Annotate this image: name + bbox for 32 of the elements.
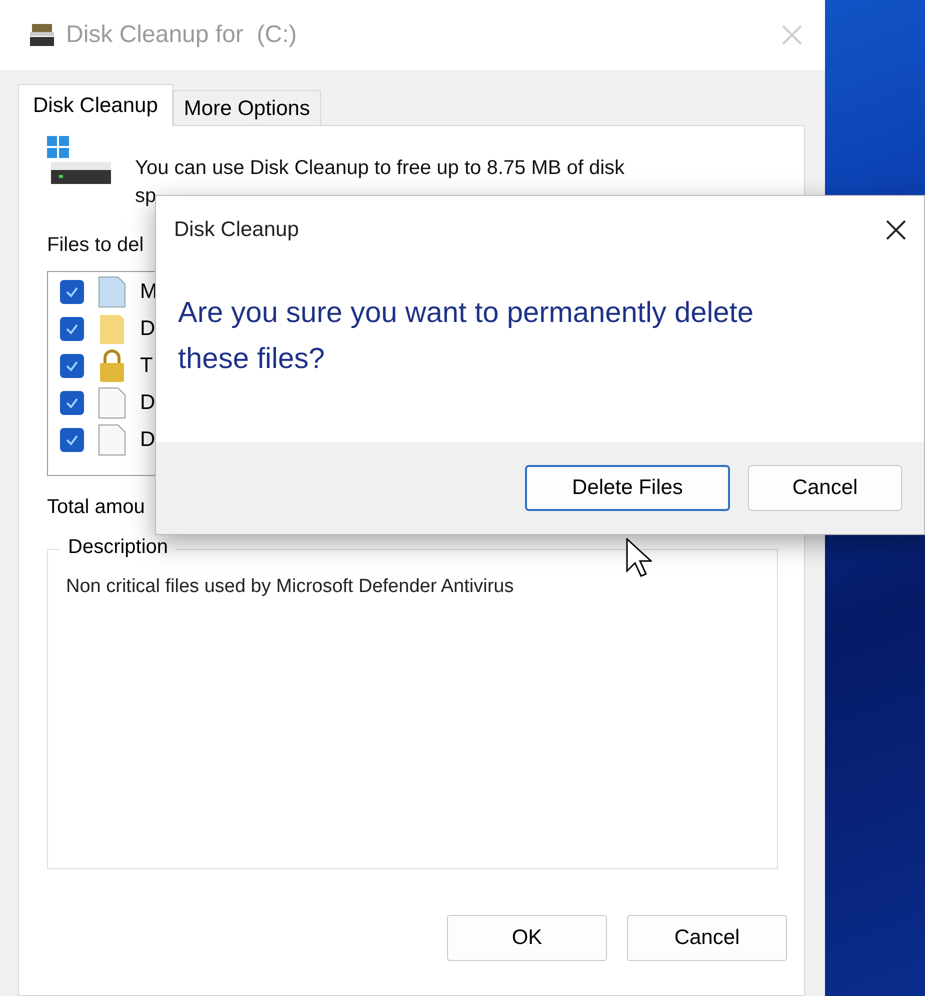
cursor-icon <box>626 538 652 578</box>
summary-text: sp <box>135 184 158 209</box>
dialog-button[interactable]: Cancel <box>748 465 902 511</box>
description-text: Non critical files used by Microsoft Defender Antivirus <box>66 576 515 598</box>
total-label: Total amou <box>47 496 146 519</box>
file-label: D <box>140 428 156 452</box>
document-icon <box>98 387 126 419</box>
group-title: Description <box>60 536 176 559</box>
file-label: D <box>140 391 156 415</box>
dialog-button[interactable]: Cancel <box>627 915 787 961</box>
confirm-message: Are you sure you want to permanently delete these files? <box>177 296 754 377</box>
tab[interactable]: Disk Cleanup <box>18 84 173 126</box>
checkbox[interactable] <box>60 280 84 304</box>
file-label: T <box>140 354 153 378</box>
folder-icon <box>98 313 126 345</box>
tab[interactable]: More Options <box>172 90 321 125</box>
summary-text: You can use Disk Cleanup to free up to 8.75 MB of disk <box>135 156 625 181</box>
file-label: D <box>140 317 156 341</box>
checkbox[interactable] <box>60 428 84 452</box>
document-icon <box>98 276 126 308</box>
checkbox[interactable] <box>60 317 84 341</box>
dialog-title: Disk Cleanup <box>174 218 299 242</box>
dialog-button[interactable]: OK <box>447 915 607 961</box>
document-icon <box>98 424 126 456</box>
lock-icon <box>97 349 127 383</box>
dialog-button[interactable]: Delete Files <box>525 465 730 511</box>
window-title: Disk Cleanup for (C:) <box>66 21 298 49</box>
checkbox[interactable] <box>60 354 84 378</box>
files-label: Files to del <box>47 234 145 257</box>
checkbox[interactable] <box>60 391 84 415</box>
close-icon[interactable] <box>886 220 906 240</box>
drive-icon <box>30 24 54 46</box>
